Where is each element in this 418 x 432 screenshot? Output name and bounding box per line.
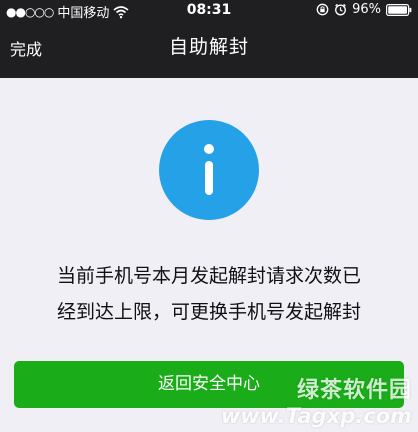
status-right: 96%	[316, 2, 412, 17]
battery-icon	[386, 3, 412, 16]
info-icon	[159, 120, 259, 220]
navigation-bar: 完成 自助解封	[0, 22, 418, 74]
alarm-icon	[335, 3, 347, 16]
status-bar: ●●○○○ 中国移动 08:31 96%	[0, 0, 418, 21]
limit-message: 当前手机号本月发起解封请求次数已 经到达上限，可更换手机号发起解封	[20, 258, 398, 330]
battery-percent: 96%	[352, 2, 381, 17]
message-line-2: 经到达上限，可更换手机号发起解封	[56, 301, 361, 323]
top-bar: ●●○○○ 中国移动 08:31 96% 完成 自助解封	[0, 0, 418, 78]
lock-rotation-icon	[316, 3, 329, 16]
return-security-center-button[interactable]: 返回安全中心	[14, 361, 404, 408]
message-line-1: 当前手机号本月发起解封请求次数已	[56, 265, 361, 287]
page-title: 自助解封	[168, 36, 249, 58]
